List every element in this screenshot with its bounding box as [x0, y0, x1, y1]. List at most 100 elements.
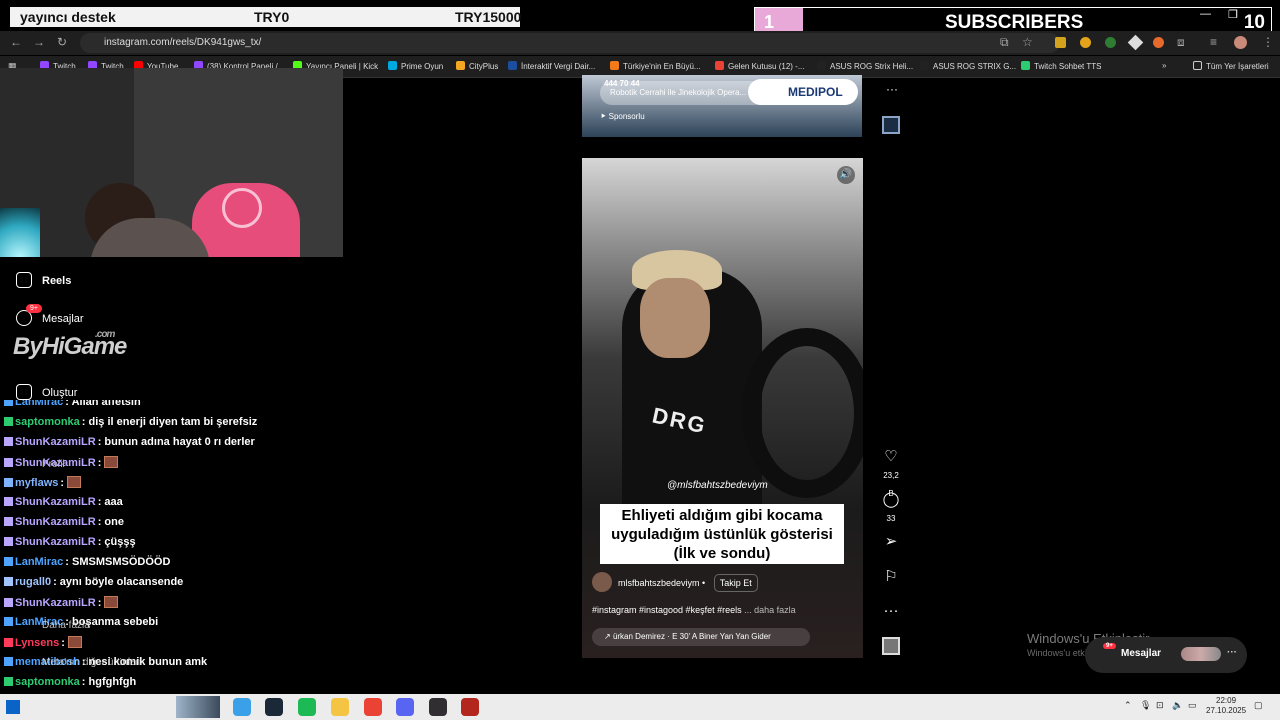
reel-thumbnail-icon[interactable]	[882, 116, 900, 134]
extension-icon[interactable]	[1105, 37, 1116, 48]
audio-title: ürkan Demirez · E 30' A Biner Yan Yan Gi…	[612, 632, 771, 641]
app-icon[interactable]	[461, 698, 479, 716]
notification-icon[interactable]: ▢	[1254, 700, 1263, 711]
battery-icon[interactable]: ▭	[1188, 700, 1197, 711]
nav-meta-products[interactable]: Meta'nın diğer ürünleri	[42, 657, 141, 668]
comment-button[interactable]: ◯ 33	[882, 490, 900, 526]
chat-username[interactable]: saptomonka	[15, 676, 80, 688]
bookmark-icon: ⚐	[884, 568, 898, 585]
chat-username[interactable]: myflaws	[15, 477, 58, 489]
more-horiz-icon[interactable]: ···	[1227, 647, 1237, 658]
chat-badge-icon	[4, 657, 13, 666]
chat-message: ShunKazamiLR: bunun adına hayat 0 rı der…	[4, 436, 255, 448]
spotify-icon[interactable]	[298, 698, 316, 716]
chat-username[interactable]: rugall0	[15, 576, 51, 588]
chat-username[interactable]: ShunKazamiLR	[15, 436, 96, 448]
chat-message: ShunKazamiLR: çüşşş	[4, 536, 136, 548]
chat-message: Lynsens:	[4, 636, 82, 649]
volume-icon[interactable]: 🔊	[837, 166, 855, 184]
author-avatar[interactable]	[592, 572, 612, 592]
nav-create[interactable]: Oluştur	[16, 384, 77, 400]
reload-icon[interactable]: ↻	[57, 35, 67, 49]
chat-username[interactable]: ShunKazamiLR	[15, 496, 96, 508]
mic-icon[interactable]: 🎙	[1140, 700, 1151, 711]
chat-badge-icon	[4, 497, 13, 506]
extensions-puzzle-icon[interactable]: ⧈	[1177, 35, 1185, 50]
address-bar[interactable]: instagram.com/reels/DK941gws_tx/	[80, 33, 1060, 53]
messages-pill[interactable]: 9+ Mesajlar ···	[1085, 637, 1247, 673]
chat-username[interactable]: ShunKazamiLR	[15, 597, 96, 609]
more-vert-icon[interactable]: ⋮	[1262, 35, 1274, 49]
share-button[interactable]: ➢	[882, 532, 900, 550]
menu-list-icon[interactable]: ≡	[1210, 35, 1217, 49]
start-icon[interactable]	[6, 700, 20, 714]
extension-icon[interactable]	[1055, 37, 1066, 48]
minimize-icon[interactable]: —	[1200, 8, 1211, 20]
bookmark-item[interactable]: ASUS ROG Strix Heli...	[817, 61, 913, 71]
chat-badge-icon	[4, 437, 13, 446]
bookmark-label: Gelen Kutusu (12) -...	[728, 62, 805, 71]
extension-icon[interactable]	[1080, 37, 1091, 48]
extension-icon[interactable]	[1153, 37, 1164, 48]
obs-icon[interactable]	[429, 698, 447, 716]
bookmark-item[interactable]: Gelen Kutusu (12) -...	[715, 61, 804, 71]
follow-button[interactable]: Takip Et	[713, 574, 758, 592]
nav-more[interactable]: Daha fazla	[42, 620, 90, 631]
chat-username[interactable]: saptomonka	[15, 416, 80, 428]
chat-message: LanMirac: Allah affetsin	[4, 400, 141, 408]
save-button[interactable]: ⚐	[882, 567, 900, 585]
channel-logo: ByHiGame .com	[13, 329, 127, 361]
screencast-icon[interactable]: ⧉	[1000, 35, 1009, 50]
bookmark-item[interactable]: İnteraktif Vergi Dair...	[508, 61, 595, 71]
edge-icon[interactable]	[233, 698, 251, 716]
more-options-icon[interactable]: ···	[886, 82, 898, 96]
all-bookmarks[interactable]: Tüm Yer İşaretleri	[1193, 61, 1269, 71]
video-watermark: @mlsfbahtszbedeviym	[667, 480, 768, 491]
chat-username[interactable]: ShunKazamiLR	[15, 457, 96, 469]
explorer-icon[interactable]	[331, 698, 349, 716]
chat-username[interactable]: ShunKazamiLR	[15, 516, 96, 528]
weather-widget[interactable]	[176, 696, 220, 718]
bookmark-item[interactable]: CityPlus	[456, 61, 498, 71]
discord-icon[interactable]	[396, 698, 414, 716]
volume-tray-icon[interactable]: 🔈	[1172, 700, 1183, 711]
nav-messages[interactable]: Mesajlar	[16, 310, 84, 326]
back-icon[interactable]: ←	[10, 35, 22, 49]
tray-chevron-icon[interactable]: ⌃	[1124, 700, 1132, 711]
audio-thumbnail[interactable]	[882, 637, 900, 655]
send-icon: ➢	[884, 533, 898, 550]
steam-icon[interactable]	[265, 698, 283, 716]
chat-username[interactable]: ShunKazamiLR	[15, 536, 96, 548]
bookmark-item[interactable]: Türkiye'nin En Büyü...	[610, 61, 701, 71]
network-icon[interactable]: ⊡	[1156, 700, 1164, 711]
more-link[interactable]: ... daha fazla	[744, 605, 796, 615]
chat-text: : aynı böyle olacansende	[53, 576, 184, 588]
bookmark-favicon-icon	[456, 61, 465, 70]
bookmark-item[interactable]: Prime Oyun	[388, 61, 443, 71]
chat-badge-icon	[4, 617, 13, 626]
maximize-icon[interactable]: ❐	[1228, 8, 1238, 21]
chrome-icon[interactable]	[364, 698, 382, 716]
profile-avatar[interactable]	[1234, 36, 1247, 49]
messages-pill-label: Mesajlar	[1121, 648, 1162, 659]
nav-reels[interactable]: Reels	[16, 272, 71, 288]
bookmark-star-icon[interactable]: ☆	[1022, 35, 1033, 49]
audio-track[interactable]: ↗ ürkan Demirez · E 30' A Biner Yan Yan …	[592, 628, 810, 646]
sponsored-reel[interactable]: Robotik Cerrahi ile Jinekolojik Opera...…	[582, 75, 862, 137]
nav-reels-label: Reels	[42, 275, 72, 287]
chat-text: :	[97, 597, 102, 609]
chat-badge-icon	[4, 517, 13, 526]
author-name[interactable]: mlsfbahtszbedeviym	[618, 578, 700, 588]
chat-username[interactable]: Lynsens	[15, 637, 59, 649]
forward-icon[interactable]: →	[33, 35, 45, 49]
bookmark-item[interactable]: ASUS ROG STRIX G...	[920, 61, 1016, 71]
chat-username[interactable]: LanMirac	[15, 400, 63, 408]
hashtags[interactable]: #instagram #instagood #keşfet #reels	[592, 605, 742, 615]
chat-emote	[104, 596, 119, 608]
chat-badge-icon	[4, 417, 13, 426]
more-actions-button[interactable]: ···	[882, 602, 900, 619]
system-clock[interactable]: 22:09 27.10.2025	[1206, 696, 1246, 716]
bookmarks-overflow-icon[interactable]: »	[1162, 61, 1166, 70]
bookmark-item[interactable]: Twitch Sohbet TTS	[1021, 61, 1101, 71]
chat-username[interactable]: LanMirac	[15, 556, 63, 568]
